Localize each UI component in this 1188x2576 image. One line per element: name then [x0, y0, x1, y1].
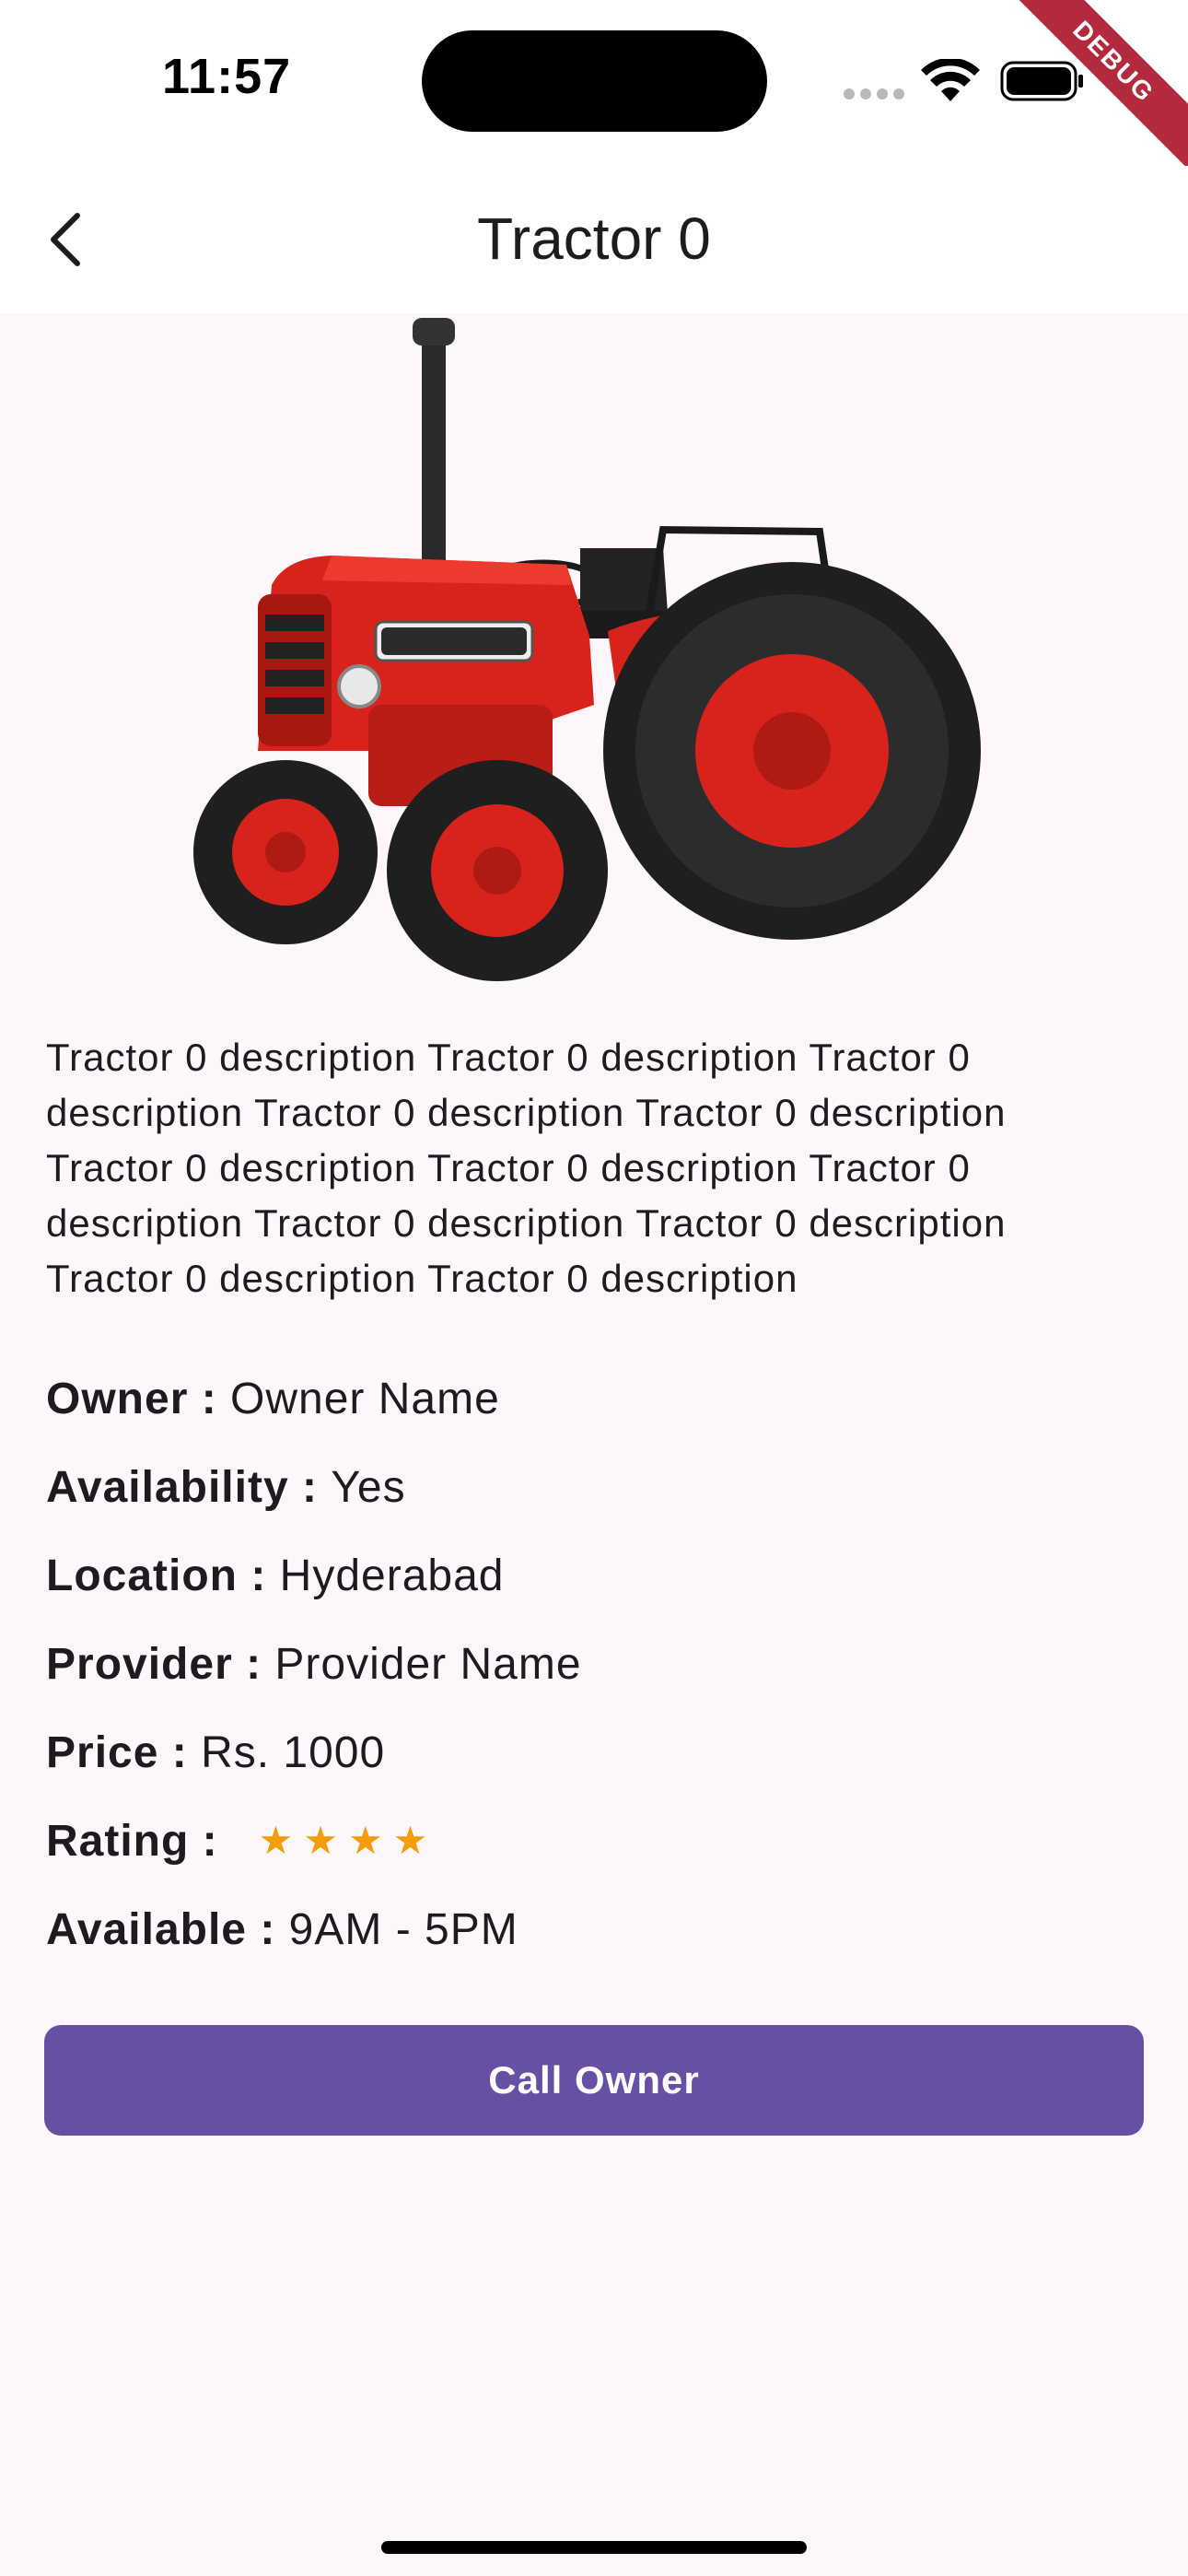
price-label: Price :: [46, 1727, 202, 1777]
location-value: Hyderabad: [279, 1551, 505, 1600]
star-icon: ★: [392, 1819, 429, 1862]
star-icon: ★: [347, 1819, 384, 1862]
page-title: Tractor 0: [477, 205, 711, 272]
available-label: Available :: [46, 1904, 289, 1954]
battery-icon: [1000, 61, 1083, 101]
availability-label: Availability :: [46, 1462, 332, 1512]
available-value: 9AM - 5PM: [288, 1904, 518, 1954]
home-indicator: [381, 2541, 807, 2554]
call-owner-button[interactable]: Call Owner: [44, 2025, 1144, 2136]
detail-location: Location : Hyderabad: [46, 1531, 1142, 1620]
app-bar: Tractor 0: [0, 166, 1188, 313]
cellular-signal-icon: [844, 88, 904, 100]
wifi-icon: [921, 59, 980, 101]
location-label: Location :: [46, 1551, 280, 1600]
screen: 11:57 DEBUG Tractor 0 Tractor 0 descript…: [0, 0, 1188, 2576]
tractor-description: Tractor 0 description Tractor 0 descript…: [46, 1036, 1007, 1300]
provider-label: Provider :: [46, 1639, 275, 1689]
detail-available-hours: Available : 9AM - 5PM: [46, 1885, 1142, 1973]
status-time: 11:57: [162, 49, 292, 104]
detail-rating: Rating : ★ ★ ★ ★: [46, 1797, 1142, 1885]
rating-stars: ★ ★ ★ ★: [259, 1821, 429, 1860]
star-icon: ★: [258, 1819, 295, 1862]
owner-value: Owner Name: [230, 1374, 500, 1423]
detail-provider: Provider : Provider Name: [46, 1620, 1142, 1708]
detail-price: Price : Rs. 1000: [46, 1708, 1142, 1797]
details-list: Owner : Owner Name Availability : Yes Lo…: [46, 1354, 1142, 1973]
tractor-image: [193, 318, 981, 981]
owner-label: Owner :: [46, 1374, 231, 1423]
rating-label: Rating :: [46, 1816, 218, 1866]
price-value: Rs. 1000: [201, 1727, 386, 1777]
dynamic-island: [422, 30, 767, 132]
availability-value: Yes: [331, 1462, 406, 1512]
detail-owner: Owner : Owner Name: [46, 1354, 1142, 1443]
detail-availability: Availability : Yes: [46, 1443, 1142, 1531]
status-bar: 11:57 DEBUG: [0, 0, 1188, 186]
star-icon: ★: [303, 1819, 339, 1862]
provider-value: Provider Name: [274, 1639, 582, 1689]
